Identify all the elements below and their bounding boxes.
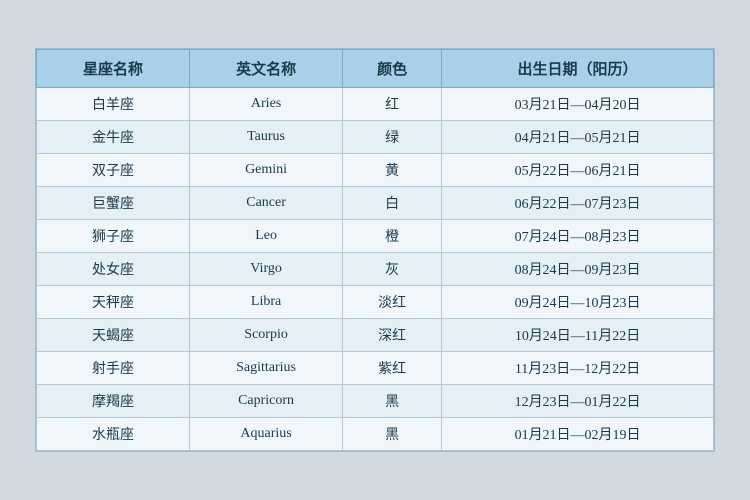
table-row: 天秤座Libra淡红09月24日—10月23日 [37, 286, 714, 319]
cell-english-name: Gemini [190, 154, 343, 187]
cell-dates: 01月21日—02月19日 [442, 418, 714, 451]
cell-dates: 10月24日—11月22日 [442, 319, 714, 352]
table-row: 射手座Sagittarius紫红11月23日—12月22日 [37, 352, 714, 385]
cell-english-name: Virgo [190, 253, 343, 286]
cell-chinese-name: 巨蟹座 [37, 187, 190, 220]
header-english-name: 英文名称 [190, 50, 343, 88]
cell-english-name: Leo [190, 220, 343, 253]
cell-color: 红 [343, 88, 442, 121]
header-chinese-name: 星座名称 [37, 50, 190, 88]
cell-dates: 11月23日—12月22日 [442, 352, 714, 385]
cell-chinese-name: 狮子座 [37, 220, 190, 253]
table-header-row: 星座名称 英文名称 颜色 出生日期（阳历） [37, 50, 714, 88]
table-row: 摩羯座Capricorn黑12月23日—01月22日 [37, 385, 714, 418]
cell-dates: 03月21日—04月20日 [442, 88, 714, 121]
cell-english-name: Cancer [190, 187, 343, 220]
table-row: 水瓶座Aquarius黑01月21日—02月19日 [37, 418, 714, 451]
cell-english-name: Sagittarius [190, 352, 343, 385]
table-row: 金牛座Taurus绿04月21日—05月21日 [37, 121, 714, 154]
cell-color: 黄 [343, 154, 442, 187]
cell-color: 绿 [343, 121, 442, 154]
cell-dates: 04月21日—05月21日 [442, 121, 714, 154]
table-row: 巨蟹座Cancer白06月22日—07月23日 [37, 187, 714, 220]
table-body: 白羊座Aries红03月21日—04月20日金牛座Taurus绿04月21日—0… [37, 88, 714, 451]
cell-chinese-name: 双子座 [37, 154, 190, 187]
cell-dates: 09月24日—10月23日 [442, 286, 714, 319]
cell-color: 灰 [343, 253, 442, 286]
cell-dates: 08月24日—09月23日 [442, 253, 714, 286]
cell-dates: 05月22日—06月21日 [442, 154, 714, 187]
cell-color: 白 [343, 187, 442, 220]
cell-chinese-name: 处女座 [37, 253, 190, 286]
zodiac-table-container: 星座名称 英文名称 颜色 出生日期（阳历） 白羊座Aries红03月21日—04… [35, 48, 715, 452]
table-row: 白羊座Aries红03月21日—04月20日 [37, 88, 714, 121]
cell-english-name: Libra [190, 286, 343, 319]
cell-chinese-name: 天秤座 [37, 286, 190, 319]
cell-english-name: Capricorn [190, 385, 343, 418]
zodiac-table: 星座名称 英文名称 颜色 出生日期（阳历） 白羊座Aries红03月21日—04… [36, 49, 714, 451]
table-row: 处女座Virgo灰08月24日—09月23日 [37, 253, 714, 286]
header-dates: 出生日期（阳历） [442, 50, 714, 88]
header-color: 颜色 [343, 50, 442, 88]
cell-chinese-name: 射手座 [37, 352, 190, 385]
cell-chinese-name: 白羊座 [37, 88, 190, 121]
cell-color: 淡红 [343, 286, 442, 319]
cell-color: 橙 [343, 220, 442, 253]
cell-english-name: Aquarius [190, 418, 343, 451]
cell-chinese-name: 摩羯座 [37, 385, 190, 418]
cell-color: 深红 [343, 319, 442, 352]
cell-english-name: Taurus [190, 121, 343, 154]
cell-dates: 07月24日—08月23日 [442, 220, 714, 253]
table-row: 狮子座Leo橙07月24日—08月23日 [37, 220, 714, 253]
cell-english-name: Scorpio [190, 319, 343, 352]
cell-dates: 12月23日—01月22日 [442, 385, 714, 418]
table-row: 天蝎座Scorpio深红10月24日—11月22日 [37, 319, 714, 352]
cell-chinese-name: 天蝎座 [37, 319, 190, 352]
cell-color: 紫红 [343, 352, 442, 385]
cell-color: 黑 [343, 418, 442, 451]
cell-chinese-name: 金牛座 [37, 121, 190, 154]
cell-chinese-name: 水瓶座 [37, 418, 190, 451]
cell-dates: 06月22日—07月23日 [442, 187, 714, 220]
cell-english-name: Aries [190, 88, 343, 121]
table-row: 双子座Gemini黄05月22日—06月21日 [37, 154, 714, 187]
cell-color: 黑 [343, 385, 442, 418]
